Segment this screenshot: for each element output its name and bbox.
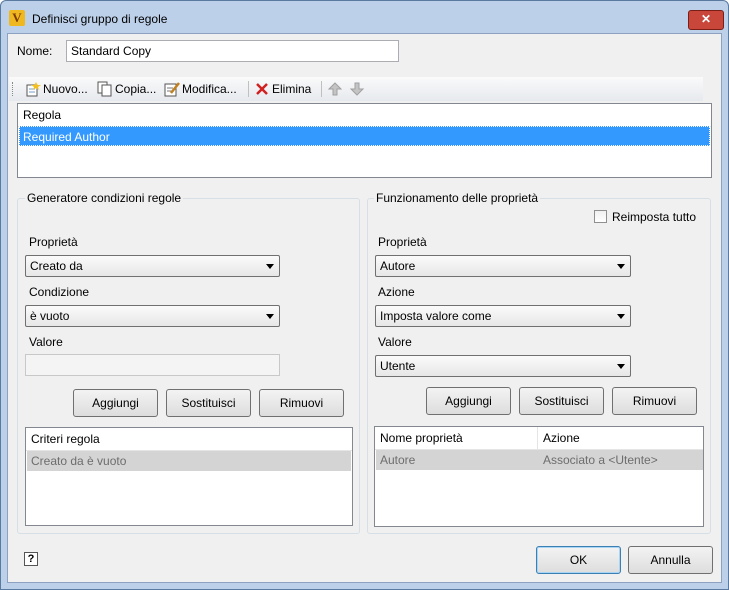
pb-replace-button[interactable]: Sostituisci — [519, 387, 604, 415]
pb-action-value: Imposta valore come — [380, 309, 492, 323]
cb-add-button[interactable]: Aggiungi — [73, 389, 158, 417]
edit-button[interactable]: Modifica... — [164, 80, 237, 98]
condition-builder-title: Generatore condizioni regole — [25, 191, 184, 205]
chevron-down-icon — [266, 264, 274, 269]
toolbar-grip — [12, 82, 15, 96]
pb-property-label: Proprietà — [378, 235, 427, 249]
edit-label: Modifica... — [182, 82, 237, 96]
cb-condition-label: Condizione — [29, 285, 90, 299]
chevron-down-icon — [617, 364, 625, 369]
rules-list-header: Regola — [18, 104, 711, 127]
cb-remove-button[interactable]: Rimuovi — [259, 389, 344, 417]
table-row[interactable]: Autore Associato a <Utente> — [376, 450, 703, 470]
title-bar: V Definisci gruppo di regole ✕ — [1, 1, 728, 35]
toolbar-separator — [248, 81, 249, 97]
pb-value-value: Utente — [380, 359, 416, 373]
new-label: Nuovo... — [43, 82, 88, 96]
copy-button[interactable]: Copia... — [97, 80, 156, 98]
criteria-list-header: Criteri regola — [26, 428, 352, 451]
pb-value-label: Valore — [378, 335, 412, 349]
edit-icon — [164, 81, 180, 97]
arrow-up-icon — [327, 81, 343, 97]
pb-property-value: Autore — [380, 259, 416, 273]
cb-condition-select[interactable]: è vuoto — [25, 305, 280, 327]
toolbar-separator — [321, 81, 322, 97]
delete-button[interactable]: Elimina — [254, 80, 311, 98]
copy-icon — [97, 81, 113, 97]
pb-property-select[interactable]: Autore — [375, 255, 631, 277]
chevron-down-icon — [266, 314, 274, 319]
name-label: Nome: — [17, 44, 53, 58]
pb-add-button[interactable]: Aggiungi — [426, 387, 511, 415]
cb-property-value: Creato da — [30, 259, 83, 273]
pb-remove-button[interactable]: Rimuovi — [612, 387, 697, 415]
arrow-down-icon — [349, 81, 365, 97]
column-divider[interactable] — [537, 427, 538, 449]
pb-action-select[interactable]: Imposta valore come — [375, 305, 631, 327]
delete-label: Elimina — [272, 82, 312, 96]
close-button[interactable]: ✕ — [688, 10, 724, 30]
name-input[interactable]: Standard Copy — [66, 40, 399, 62]
cb-value-label: Valore — [29, 335, 63, 349]
action-column-header[interactable]: Azione — [543, 431, 580, 445]
property-behavior-title: Funzionamento delle proprietà — [374, 191, 541, 205]
reset-all-checkbox[interactable] — [594, 210, 607, 223]
rule-name: Required Author — [23, 130, 110, 144]
criteria-list[interactable]: Criteri regola Creato da è vuoto — [25, 427, 353, 526]
cb-replace-button[interactable]: Sostituisci — [166, 389, 251, 417]
copy-label: Copia... — [115, 82, 157, 96]
table-row[interactable]: Creato da è vuoto — [27, 451, 351, 471]
pb-value-select[interactable]: Utente — [375, 355, 631, 377]
move-up-button[interactable] — [327, 80, 343, 98]
criteria-column-header[interactable]: Criteri regola — [31, 432, 100, 446]
help-icon[interactable]: ? — [24, 552, 38, 566]
new-button[interactable]: Nuovo... — [25, 80, 88, 98]
cb-property-label: Proprietà — [29, 235, 78, 249]
reset-all-label[interactable]: Reimposta tutto — [612, 210, 696, 224]
ok-button[interactable]: OK — [536, 546, 621, 574]
toolbar: Nuovo... Copia... Modifica... Elimina — [9, 77, 703, 101]
action-cell: Associato a <Utente> — [543, 453, 658, 467]
new-icon — [25, 81, 41, 97]
pb-action-label: Azione — [378, 285, 415, 299]
cb-value-input[interactable] — [25, 354, 280, 376]
property-name-cell: Autore — [380, 453, 416, 467]
delete-icon — [254, 81, 270, 97]
move-down-button[interactable] — [349, 80, 365, 98]
cancel-button[interactable]: Annulla — [628, 546, 713, 574]
chevron-down-icon — [617, 314, 625, 319]
app-logo-icon: V — [9, 10, 25, 26]
chevron-down-icon — [617, 264, 625, 269]
property-actions-header: Nome proprietà Azione — [375, 427, 703, 450]
property-actions-table[interactable]: Nome proprietà Azione Autore Associato a… — [374, 426, 704, 527]
rules-list[interactable]: Regola Required Author — [17, 103, 712, 178]
rule-column-header[interactable]: Regola — [23, 108, 61, 122]
property-name-column-header[interactable]: Nome proprietà — [380, 431, 463, 445]
cb-property-select[interactable]: Creato da — [25, 255, 280, 277]
cb-condition-value: è vuoto — [30, 309, 70, 323]
window-title: Definisci gruppo di regole — [32, 12, 168, 26]
criteria-text: Creato da è vuoto — [31, 454, 127, 468]
table-row[interactable]: Required Author — [19, 126, 710, 146]
